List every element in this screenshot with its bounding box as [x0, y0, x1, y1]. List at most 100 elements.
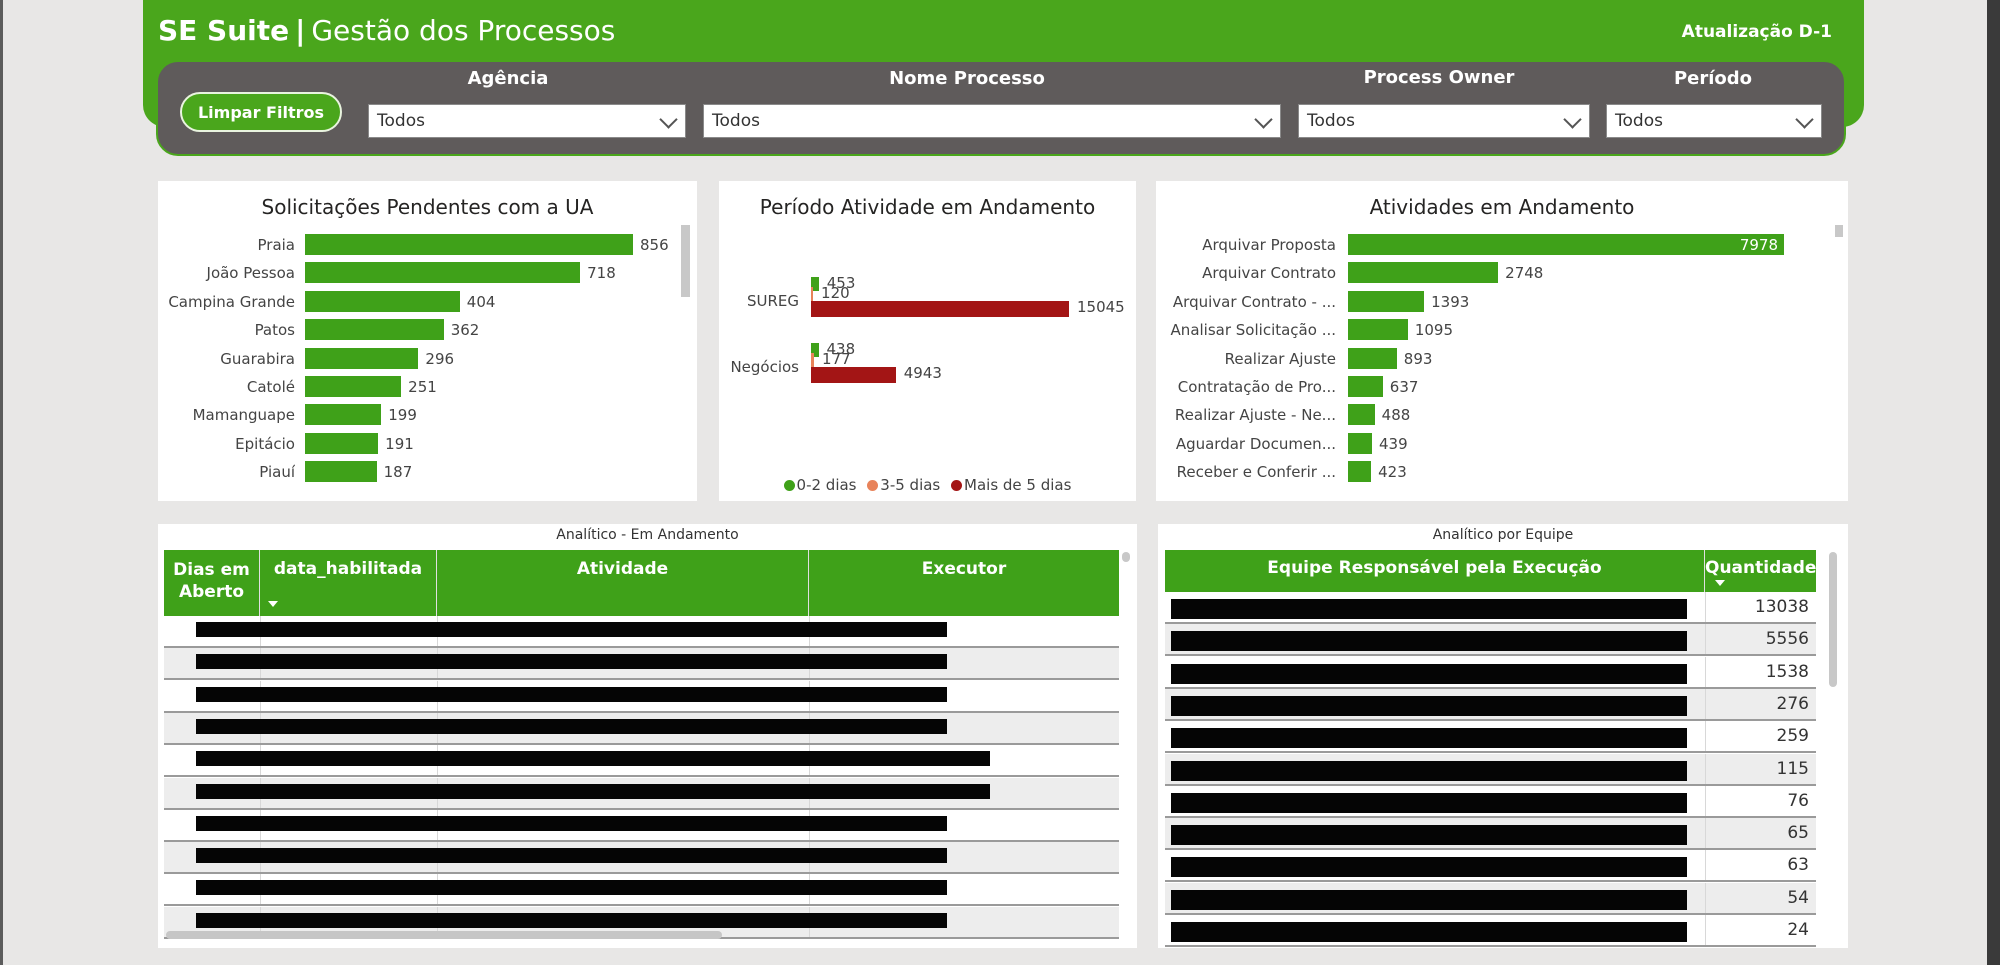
- bar-row[interactable]: Realizar Ajuste - Ne... 488: [1156, 401, 1848, 429]
- quantity-cell: 65: [1787, 823, 1809, 844]
- periodo-dropdown[interactable]: Todos: [1606, 104, 1822, 138]
- table-row[interactable]: 13038: [1165, 592, 1816, 624]
- legend-item-0-2-dias[interactable]: 0-2 dias: [783, 476, 857, 494]
- table-vscroll[interactable]: [1122, 552, 1130, 562]
- quantity-cell: 76: [1787, 790, 1809, 811]
- bar[interactable]: [811, 367, 896, 383]
- redacted-equipe-name: [1171, 922, 1687, 942]
- bar-row[interactable]: Mamanguape 199: [158, 401, 697, 429]
- bar[interactable]: [305, 319, 444, 341]
- bar-row[interactable]: Aguardar Documen... 439: [1156, 430, 1848, 458]
- quantity-cell: 276: [1776, 693, 1809, 714]
- clear-filters-button[interactable]: Limpar Filtros: [180, 92, 342, 132]
- redacted-equipe-name: [1171, 889, 1687, 910]
- table-row[interactable]: [164, 842, 1119, 875]
- bar-value-label: 637: [1389, 378, 1419, 396]
- bar[interactable]: [1348, 432, 1372, 454]
- legend-label: Mais de 5 dias: [964, 476, 1072, 494]
- table-row[interactable]: 5556: [1165, 624, 1816, 657]
- table-row[interactable]: 115: [1165, 753, 1816, 786]
- bar-row[interactable]: Arquivar Proposta 7978: [1156, 231, 1848, 259]
- table-row[interactable]: 1538: [1165, 656, 1816, 689]
- bar[interactable]: [305, 432, 379, 454]
- table-row[interactable]: [164, 874, 1119, 907]
- bar-row[interactable]: Contratação de Pro... 637: [1156, 373, 1848, 401]
- bar-row[interactable]: Arquivar Contrato 2748: [1156, 259, 1848, 287]
- table-row[interactable]: 65: [1165, 818, 1816, 851]
- bar-category-label: Arquivar Proposta: [1202, 236, 1336, 254]
- process-owner-dropdown[interactable]: Todos: [1298, 104, 1590, 138]
- bar[interactable]: [305, 290, 460, 312]
- filter-label-periodo: Período: [1673, 68, 1753, 89]
- table-row[interactable]: [164, 680, 1119, 713]
- window-left-edge: [0, 0, 3, 965]
- bar-row[interactable]: Campina Grande 404: [158, 288, 697, 316]
- table-row[interactable]: [164, 616, 1119, 648]
- bar[interactable]: [1348, 376, 1383, 397]
- table-row[interactable]: 54: [1165, 882, 1816, 915]
- bar[interactable]: [1348, 404, 1375, 426]
- redacted-equipe-name: [1171, 825, 1687, 846]
- bar-row[interactable]: João Pessoa 718: [158, 259, 697, 287]
- periodo-value: Todos: [1615, 111, 1663, 131]
- bar[interactable]: [305, 262, 581, 284]
- table-row[interactable]: [164, 648, 1119, 681]
- legend-item-mais-5-dias[interactable]: Mais de 5 dias: [951, 476, 1071, 494]
- bar-row[interactable]: Piauí 187: [158, 458, 697, 486]
- bar[interactable]: [305, 234, 633, 255]
- bar[interactable]: [1348, 461, 1372, 483]
- redacted-equipe-name: [1171, 599, 1687, 619]
- col-header-dias-em-aberto[interactable]: Dias em Aberto: [164, 550, 260, 616]
- agencia-dropdown[interactable]: Todos: [368, 104, 686, 138]
- update-label: Atualização D-1: [1681, 22, 1832, 42]
- category-label: SUREG: [746, 292, 799, 310]
- nome-processo-dropdown[interactable]: Todos: [703, 104, 1281, 138]
- bar-row[interactable]: Receber e Conferir ... 423: [1156, 458, 1848, 486]
- col-header-quantidade[interactable]: Quantidade: [1705, 550, 1816, 592]
- bar-category-label: Praia: [257, 236, 296, 254]
- col-header-atividade[interactable]: Atividade: [437, 550, 809, 616]
- table-row[interactable]: [164, 745, 1119, 778]
- bar[interactable]: [1348, 262, 1499, 284]
- bar[interactable]: [305, 376, 402, 397]
- bar-row[interactable]: Catolé 251: [158, 373, 697, 401]
- bar-row[interactable]: Patos 362: [158, 316, 697, 344]
- window-right-edge: [1987, 0, 2000, 965]
- bar[interactable]: [305, 347, 419, 369]
- table-row[interactable]: [164, 809, 1119, 842]
- col-header-executor[interactable]: Executor: [809, 550, 1119, 616]
- legend-dot: [951, 480, 963, 491]
- bar-row[interactable]: Guarabira 296: [158, 345, 697, 373]
- bar[interactable]: [1348, 319, 1408, 341]
- table-row[interactable]: 259: [1165, 721, 1816, 754]
- bar-row[interactable]: Realizar Ajuste 893: [1156, 345, 1848, 373]
- bar-row[interactable]: Arquivar Contrato - ... 1393: [1156, 288, 1848, 316]
- bar[interactable]: [305, 404, 382, 426]
- bar[interactable]: [811, 287, 814, 301]
- bar-value-label: 404: [466, 292, 496, 311]
- bar-row[interactable]: Analisar Solicitação ... 1095: [1156, 316, 1848, 344]
- app-title: SE Suite | Gestão dos Processos: [158, 14, 615, 47]
- table-row[interactable]: [164, 777, 1119, 810]
- col-header-equipe[interactable]: Equipe Responsável pela Execução: [1165, 550, 1705, 592]
- legend-item-3-5-dias[interactable]: 3-5 dias: [867, 476, 940, 494]
- table-hscroll[interactable]: [166, 931, 722, 939]
- bar-value-label: 7978: [1739, 236, 1778, 254]
- bar-row[interactable]: Praia 856: [158, 231, 697, 259]
- bar[interactable]: [1348, 290, 1425, 312]
- bar[interactable]: [811, 301, 1069, 317]
- bar-row[interactable]: Epitácio 191: [158, 430, 697, 458]
- table-row[interactable]: 76: [1165, 785, 1816, 818]
- table-row[interactable]: 63: [1165, 850, 1816, 883]
- table-row[interactable]: [164, 712, 1119, 745]
- table-row[interactable]: 24: [1165, 915, 1816, 947]
- table-row[interactable]: 276: [1165, 688, 1816, 721]
- bar[interactable]: [1348, 234, 1784, 255]
- bar[interactable]: [305, 461, 377, 483]
- table-title: Analítico por Equipe: [1432, 527, 1574, 543]
- table-vscroll[interactable]: [1829, 552, 1837, 687]
- column-divider: [1705, 850, 1706, 881]
- col-header-data-habilitada[interactable]: data_habilitada: [260, 550, 437, 616]
- bar[interactable]: [811, 353, 815, 367]
- bar[interactable]: [1348, 347, 1397, 369]
